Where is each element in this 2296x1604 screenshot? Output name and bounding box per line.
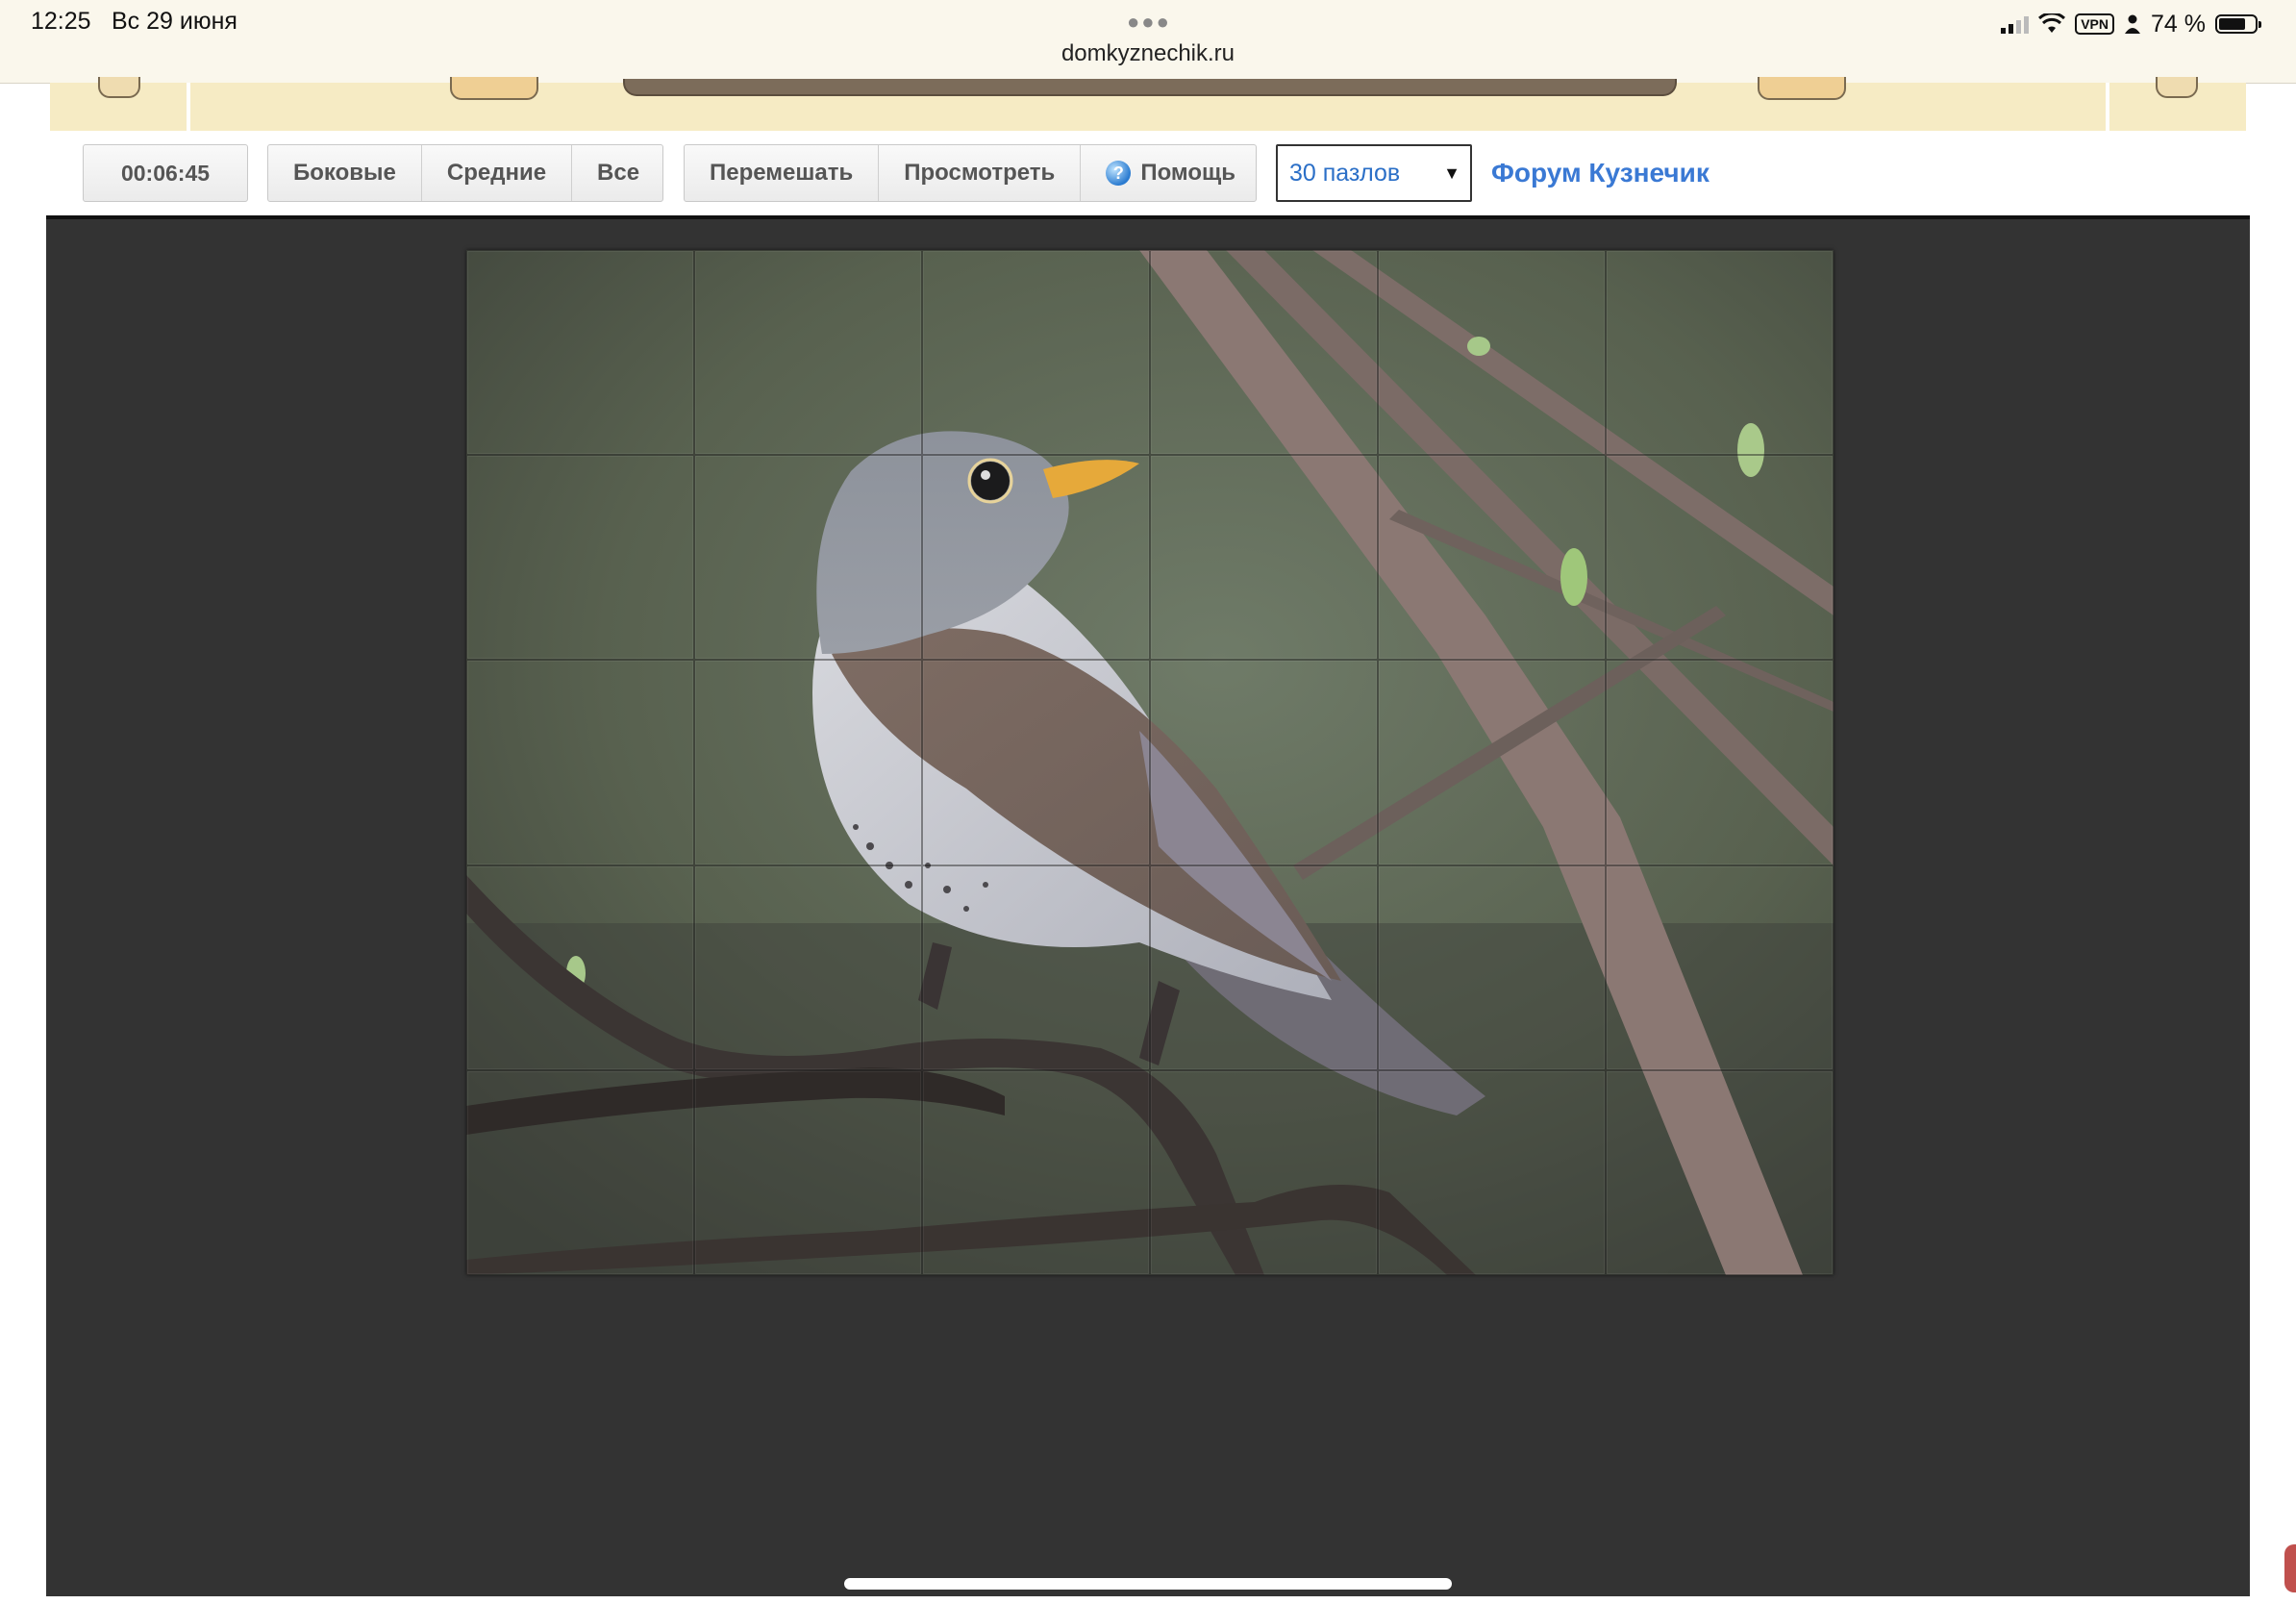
puzzle-tile[interactable] [466,865,694,1070]
puzzle-tile[interactable] [922,455,1150,661]
puzzle-tile[interactable] [922,660,1150,865]
puzzle-tile[interactable] [694,250,922,456]
puzzle-tile[interactable] [1150,250,1378,456]
shuffle-button[interactable]: Перемешать [685,145,880,201]
timer-display: 00:06:45 [120,160,211,186]
header-banner-edge [623,79,1677,96]
status-date: Вс 29 июня [112,8,237,35]
cellular-signal-icon [2001,14,2030,34]
filter-edge-button[interactable]: Боковые [268,145,422,201]
more-dots-icon[interactable]: ●●● [1127,10,1171,35]
preview-button[interactable]: Просмотреть [879,145,1082,201]
puzzle-tile[interactable] [466,455,694,661]
edge-tab [2284,1544,2296,1592]
puzzle-tile[interactable] [1378,250,1606,456]
puzzle-tile[interactable] [1606,1069,1834,1275]
puzzle-tile[interactable] [1378,455,1606,661]
header-divider [187,83,190,131]
puzzle-tile[interactable] [694,1069,922,1275]
puzzle-tile[interactable] [1150,865,1378,1070]
puzzle-tile[interactable] [694,660,922,865]
wifi-icon [2038,13,2066,33]
header-ornament [1758,77,1846,100]
puzzle-tile[interactable] [922,250,1150,456]
puzzle-tile[interactable] [466,1069,694,1275]
puzzle-board [466,250,1834,1275]
person-icon [2125,14,2141,34]
puzzle-tile[interactable] [922,865,1150,1070]
site-header-decoration [50,77,2246,131]
puzzle-tile[interactable] [1606,250,1834,456]
puzzle-tile[interactable] [1378,660,1606,865]
home-indicator [844,1578,1452,1590]
filter-middle-button[interactable]: Средние [422,145,573,201]
forum-link[interactable]: Форум Кузнечик [1491,158,1710,188]
address-bar-url[interactable]: domkyznechik.ru [0,40,2296,67]
puzzle-tile[interactable] [1606,660,1834,865]
timer-box: 00:06:45 [83,144,248,202]
puzzle-tile[interactable] [694,455,922,661]
puzzle-tile[interactable] [1606,455,1834,661]
puzzle-count-select[interactable]: 30 пазлов ▼ [1276,144,1472,202]
help-label: Помощь [1140,160,1236,186]
puzzle-tile[interactable] [1378,1069,1606,1275]
puzzle-tile[interactable] [1606,865,1834,1070]
status-time: 12:25 [31,8,91,35]
piece-filter-group: Боковые Средние Все [267,144,663,202]
puzzle-tile[interactable] [694,865,922,1070]
header-ornament [2156,77,2198,98]
status-bar: 12:25 Вс 29 июня ●●● domkyznechik.ru VPN… [0,0,2296,84]
header-ornament [98,77,140,98]
puzzle-tile[interactable] [1150,1069,1378,1275]
battery-icon [2215,14,2261,34]
puzzle-count-value: 30 пазлов [1289,159,1401,187]
header-divider [2106,83,2109,131]
puzzle-tile[interactable] [1378,865,1606,1070]
puzzle-tile[interactable] [466,660,694,865]
puzzle-tile[interactable] [922,1069,1150,1275]
puzzle-tile[interactable] [1150,455,1378,661]
status-icons: VPN 74 % [2001,10,2261,38]
actions-group: Перемешать Просмотреть ? Помощь [684,144,1257,202]
help-globe-icon: ? [1106,161,1132,186]
puzzle-toolbar: 00:06:45 Боковые Средние Все Перемешать … [0,131,2296,215]
game-area [46,215,2250,1596]
puzzle-tile[interactable] [1150,660,1378,865]
header-ornament [450,77,538,100]
vpn-icon: VPN [2075,13,2115,35]
help-button[interactable]: ? Помощь [1081,145,1260,201]
dropdown-arrow-icon: ▼ [1443,163,1460,183]
puzzle-tile[interactable] [466,250,694,456]
filter-all-button[interactable]: Все [572,145,664,201]
battery-percent: 74 % [2151,10,2206,38]
